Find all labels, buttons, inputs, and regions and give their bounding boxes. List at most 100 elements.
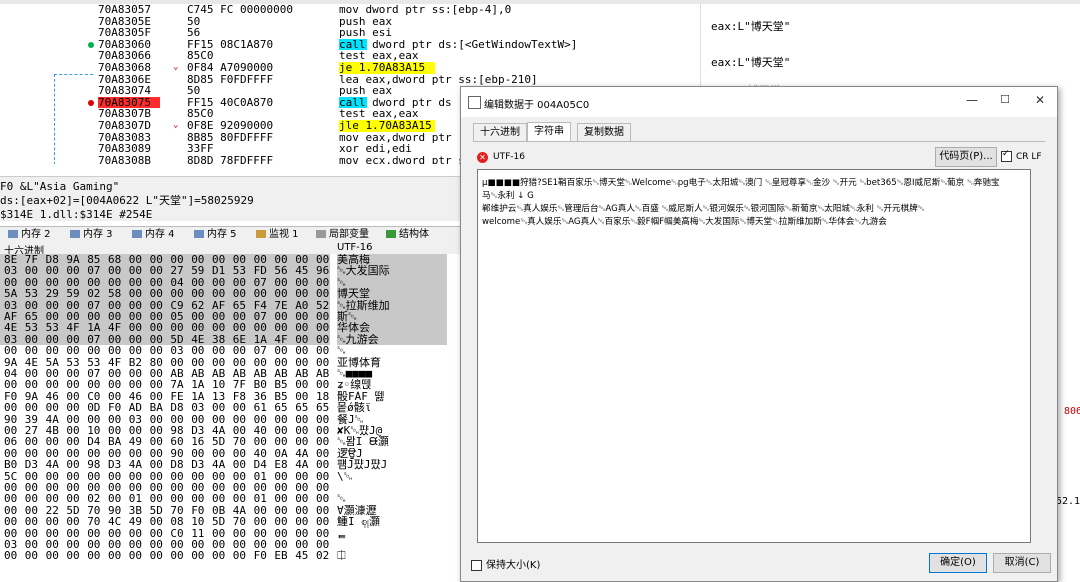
cancel-button[interactable]: 取消(C): [993, 553, 1051, 573]
hex-byte: 00: [274, 288, 289, 299]
keep-size-check-icon: [471, 560, 482, 571]
disasm-bytes: 0F8E 92090000: [187, 120, 327, 132]
right-panel-edge: 806 52.1: [1056, 164, 1080, 582]
dialog-titlebar[interactable]: 编辑数据于 004A05C0 — ☐ ✕: [461, 87, 1057, 117]
current-marker-icon[interactable]: [88, 42, 94, 48]
disasm-row[interactable]: 70A83057 C745 FC 00000000 mov dword ptr ss…: [0, 4, 700, 16]
utf16-text: 퍰J퍘J퍘J: [337, 459, 457, 470]
hex-byte: 00: [46, 345, 61, 356]
hex-byte: B0: [4, 459, 19, 470]
hex-byte: 0D: [87, 402, 102, 413]
tab-hex[interactable]: 十六进制: [473, 123, 527, 141]
hex-row[interactable]: B0 D3 4A 00 98 D3 4A 00 D8 D3 4A 00 D4 E8 4A 00 퍰J퍘J퍘J: [0, 459, 460, 470]
disasm-instruction: push eax: [339, 16, 699, 28]
hex-byte: 00: [25, 402, 40, 413]
minimize-icon[interactable]: —: [966, 93, 978, 107]
memory-icon: [194, 230, 204, 238]
utf16-text: ␁大发国际: [337, 265, 457, 276]
hex-byte: 65: [295, 402, 310, 413]
utf16-text: 亚博体育: [337, 357, 457, 368]
utf16-text: 博天堂: [337, 288, 457, 299]
codepage-button[interactable]: 代码页(P)...: [935, 147, 997, 167]
hex-byte: 03: [170, 345, 185, 356]
hex-byte: 00: [87, 550, 102, 561]
hex-byte: 00: [316, 459, 331, 470]
tab-struct[interactable]: 结构体: [386, 228, 429, 242]
hex-byte: 00: [4, 516, 19, 527]
hex-byte: 00: [87, 345, 102, 356]
struct-icon: [386, 230, 396, 238]
tab-string[interactable]: 字符串: [527, 122, 571, 142]
utf16-text: ␁뫔I ᙠ灝: [337, 436, 457, 447]
info-line-3: $314E 1.dll:$314E #254E: [0, 208, 152, 221]
disasm-bytes: 0F84 A7090000: [187, 62, 327, 74]
utf16-text: 逻ਊJ: [337, 448, 457, 459]
hex-byte: 00: [25, 550, 40, 561]
hex-byte: D8: [170, 459, 185, 470]
hex-byte: 00: [66, 402, 81, 413]
disasm-address: 70A8307D: [98, 120, 160, 132]
utf16-text: 뫁ǿ骸ϊ: [337, 402, 457, 413]
edit-icon: [468, 96, 481, 109]
string-editor[interactable]: μ■■■■狩猎?SE1鞘百家乐␁博天堂␁Welcome␁pg电子␁太阳城␁澳门 …: [477, 169, 1031, 543]
tab-memory-4[interactable]: 内存 4: [132, 228, 175, 242]
hex-row[interactable]: 00 00 00 00 70 4C 49 00 08 10 5D 70 00 00 00 00 䱰I ဈ灝: [0, 516, 460, 527]
encoding-label: UTF-16: [493, 152, 525, 162]
hex-byte: 70: [233, 516, 248, 527]
close-icon[interactable]: ✕: [1035, 93, 1045, 107]
ok-button[interactable]: 确定(O): [929, 553, 987, 573]
tab-locals[interactable]: 局部变量: [316, 228, 369, 242]
hex-byte: 03: [191, 402, 206, 413]
tab-copy-data[interactable]: 复制数据: [577, 123, 631, 141]
right-edge-value-1: 806: [1064, 406, 1080, 417]
hex-byte: 00: [295, 288, 310, 299]
utf16-text: 华体会: [337, 322, 457, 333]
hex-byte: 00: [274, 345, 289, 356]
hex-byte: 00: [129, 288, 144, 299]
hex-dump-view[interactable]: 8E 7F D8 9A 85 68 00 00 00 00 00 00 00 00 00 00 美高梅 03 00 0…: [0, 254, 460, 582]
hex-byte: 00: [66, 516, 81, 527]
maximize-icon[interactable]: ☐: [1000, 93, 1010, 106]
disasm-instruction: je 1.70A83A15: [339, 62, 699, 74]
disasm-bytes: C745 FC 00000000: [187, 4, 327, 16]
hex-byte: 00: [66, 550, 81, 561]
tab-memory-2[interactable]: 内存 2: [8, 228, 51, 242]
comment-1: eax:L"博天堂": [711, 18, 790, 34]
hex-row[interactable]: 00 00 00 00 00 00 00 00 00 00 00 00 F0 EB 45 02 ⎅: [0, 550, 460, 561]
hex-byte: 00: [274, 516, 289, 527]
hex-byte: 00: [4, 402, 19, 413]
hex-byte: 00: [212, 345, 227, 356]
editor-line-4: welcome␁真人娱乐␁AG真人␁百家乐␁毅F帼F帼美高梅␁大发国际␁博天堂␁…: [482, 215, 887, 227]
hex-byte: 65: [274, 402, 289, 413]
utf16-text: 䱰I ဈ灝: [337, 516, 457, 527]
keep-size-checkbox[interactable]: 保持大小(K): [471, 556, 540, 571]
hex-byte: 00: [170, 288, 185, 299]
hex-byte: 00: [4, 345, 19, 356]
hex-byte: 00: [46, 516, 61, 527]
disasm-row[interactable]: 70A83068 ⌄ 0F84 A7090000 je 1.70A83A15: [0, 62, 700, 74]
utf16-text: ⎅: [337, 550, 457, 561]
hex-byte: 00: [129, 345, 144, 356]
hex-byte: F0: [254, 550, 269, 561]
hex-byte: 00: [108, 345, 123, 356]
watch-icon: [256, 230, 266, 238]
hex-byte: 65: [316, 402, 331, 413]
editor-line-1: μ■■■■狩猎?SE1鞘百家乐␁博天堂␁Welcome␁pg电子␁太阳城␁澳门 …: [482, 176, 1000, 188]
hex-byte: 00: [254, 516, 269, 527]
tab-watch-1[interactable]: 监视 1: [256, 228, 299, 242]
hex-row[interactable]: 00 00 00 00 00 00 00 00 03 00 00 00 07 00 00 00 ␁: [0, 345, 460, 356]
crlf-checkbox[interactable]: CR LF: [1001, 151, 1042, 162]
hex-byte: 00: [150, 288, 165, 299]
tab-memory-3[interactable]: 内存 3: [70, 228, 113, 242]
right-edge-value-2: 52.1: [1056, 496, 1080, 507]
hex-row[interactable]: 5A 53 29 59 02 58 00 00 00 00 00 00 00 00 00 00 博天堂: [0, 288, 460, 299]
disasm-instruction: lea eax,dword ptr ss:[ebp-210]: [339, 74, 699, 86]
hex-row[interactable]: 00 00 00 00 0D F0 AD BA D8 03 00 00 61 65 65 65 뫁ǿ骸ϊ: [0, 402, 460, 413]
utf16-text: \␁: [337, 471, 457, 482]
hex-byte: 00: [316, 516, 331, 527]
hex-byte: 70: [87, 516, 102, 527]
error-icon: ✕: [477, 152, 488, 163]
hex-byte: D3: [191, 459, 206, 470]
hex-byte: 00: [233, 459, 248, 470]
tab-memory-5[interactable]: 内存 5: [194, 228, 237, 242]
